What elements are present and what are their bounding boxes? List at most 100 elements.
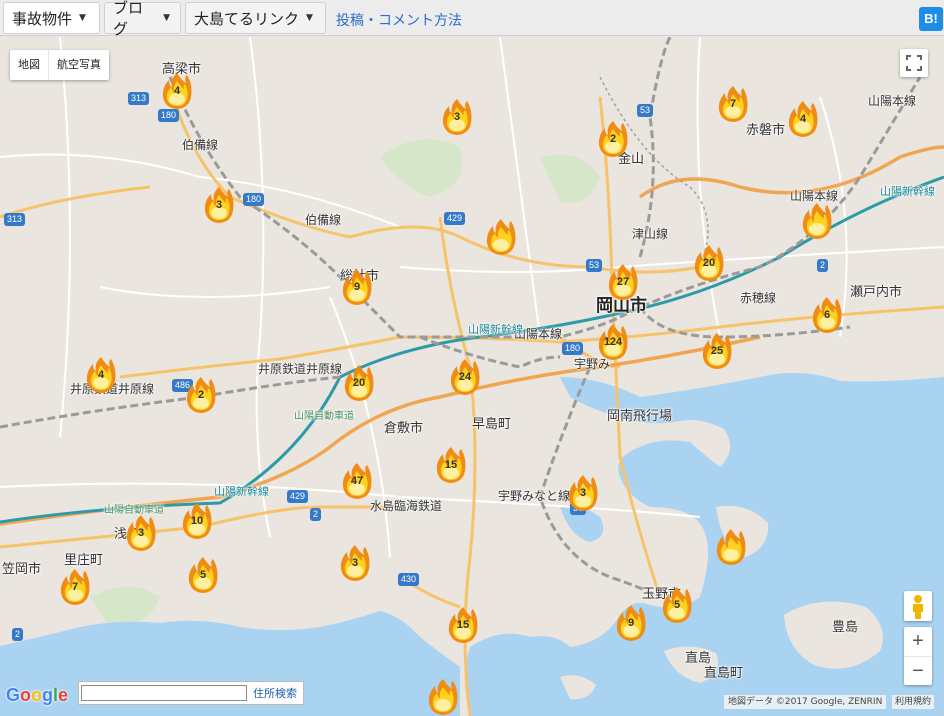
rail-line-label: 水島臨海鉄道: [370, 499, 443, 513]
tab-links[interactable]: 大島てるリンク ▼: [185, 2, 326, 34]
incident-fire-marker[interactable]: 4: [160, 71, 194, 111]
address-search-input[interactable]: [81, 685, 247, 701]
route-shield: 53: [586, 259, 603, 272]
incident-fire-marker[interactable]: 10: [180, 501, 214, 541]
terms-link[interactable]: 利用規約: [892, 695, 935, 709]
incident-fire-marker[interactable]: [714, 527, 748, 567]
flame-icon: [716, 529, 746, 565]
map-type-satellite-button[interactable]: 航空写真: [48, 50, 109, 80]
incident-fire-marker[interactable]: 4: [786, 99, 820, 139]
place-label-setouchi: 瀬戸内市: [850, 285, 903, 300]
flame-icon: [428, 679, 458, 715]
marker-count: 3: [215, 199, 223, 211]
map-canvas[interactable]: 高梁市総社市岡山市倉敷市赤磐市瀬戸内市笠岡市里庄町浅口早島町玉野市直島直島町豊島…: [0, 37, 944, 716]
zoom-out-button[interactable]: −: [904, 656, 932, 686]
address-search-button[interactable]: 住所検索: [253, 685, 297, 701]
marker-count: 10: [190, 515, 204, 527]
marker-count: 47: [350, 475, 364, 487]
incident-fire-marker[interactable]: 9: [614, 603, 648, 643]
marker-count: 9: [353, 281, 361, 293]
marker-count: 5: [673, 599, 681, 611]
incident-fire-marker[interactable]: 2: [184, 375, 218, 415]
incident-fire-marker[interactable]: [484, 217, 518, 257]
incident-fire-marker[interactable]: 15: [446, 605, 480, 645]
marker-count: 2: [197, 389, 205, 401]
incident-fire-marker[interactable]: 20: [342, 363, 376, 403]
caret-down-icon: ▼: [306, 13, 313, 23]
incident-fire-marker[interactable]: 3: [440, 97, 474, 137]
map-type-roadmap-button[interactable]: 地図: [10, 50, 48, 80]
incident-fire-marker[interactable]: 47: [340, 461, 374, 501]
zoom-in-button[interactable]: +: [904, 627, 932, 656]
incident-fire-marker[interactable]: 20: [692, 243, 726, 283]
route-shield: 180: [243, 193, 265, 206]
incident-fire-marker[interactable]: 24: [448, 357, 482, 397]
pegman-icon: [913, 595, 923, 619]
place-label-kurashiki: 倉敷市: [384, 421, 424, 436]
incident-fire-marker[interactable]: [426, 677, 460, 716]
marker-count: 4: [97, 369, 105, 381]
address-search-box: 住所検索: [78, 681, 304, 705]
marker-count: 124: [603, 336, 623, 348]
marker-count: 15: [456, 619, 470, 631]
place-label-naoshimacho: 直島町: [704, 666, 744, 681]
rail-line-label: 伯備線: [305, 213, 342, 227]
route-shield: 2: [310, 508, 322, 521]
route-shield: 180: [562, 342, 584, 355]
marker-count: 4: [173, 85, 181, 97]
incident-fire-marker[interactable]: 3: [202, 185, 236, 225]
incident-fire-marker[interactable]: 25: [700, 331, 734, 371]
google-logo: Google: [6, 685, 69, 705]
incident-fire-marker[interactable]: 2: [596, 119, 630, 159]
route-shield: 2: [12, 628, 24, 641]
shinkansen-label: 山陽新幹線: [468, 323, 523, 336]
place-label-kasaoka: 笠岡市: [2, 562, 42, 577]
map-type-control: 地図 航空写真: [10, 50, 109, 80]
incident-fire-marker[interactable]: 5: [660, 585, 694, 625]
incident-fire-marker[interactable]: 124: [596, 322, 630, 362]
marker-count: 9: [627, 617, 635, 629]
marker-count: 24: [458, 371, 472, 383]
fullscreen-button[interactable]: [900, 49, 928, 77]
route-shield: 2: [817, 259, 829, 272]
route-shield: 429: [444, 212, 466, 225]
rail-line-label: 赤穂線: [740, 291, 777, 305]
tab-blog[interactable]: ブログ ▼: [104, 0, 181, 38]
place-label-satosho: 里庄町: [64, 553, 104, 568]
flame-icon: [486, 219, 516, 255]
incident-fire-marker[interactable]: [800, 201, 834, 241]
rail-line-label: 伯備線: [182, 138, 219, 152]
tab-label: 大島てるリンク: [194, 9, 300, 28]
incident-fire-marker[interactable]: 15: [434, 445, 468, 485]
flame-icon: [802, 203, 832, 239]
zoom-control: + −: [904, 627, 932, 685]
caret-down-icon: ▼: [163, 13, 170, 23]
incident-fire-marker[interactable]: 3: [338, 543, 372, 583]
route-shield: 53: [637, 104, 654, 117]
incident-fire-marker[interactable]: 3: [566, 473, 600, 513]
incident-fire-marker[interactable]: 27: [606, 262, 640, 302]
post-comment-link[interactable]: 投稿・コメント方法: [336, 10, 462, 30]
incident-fire-marker[interactable]: 6: [810, 295, 844, 335]
incident-fire-marker[interactable]: 9: [340, 267, 374, 307]
hatena-bookmark-button[interactable]: B!: [919, 7, 943, 31]
marker-count: 3: [453, 111, 461, 123]
place-label-teshima: 豊島: [832, 620, 859, 635]
incident-fire-marker[interactable]: 4: [84, 355, 118, 395]
route-shield: 429: [287, 490, 309, 503]
marker-count: 4: [799, 113, 807, 125]
incident-fire-marker[interactable]: 3: [124, 513, 158, 553]
marker-count: 20: [352, 377, 366, 389]
street-view-pegman[interactable]: [904, 591, 932, 621]
shinkansen-label: 山陽新幹線: [880, 185, 935, 198]
incident-fire-marker[interactable]: 7: [58, 567, 92, 607]
incident-fire-marker[interactable]: 5: [186, 555, 220, 595]
fullscreen-icon: [906, 55, 922, 71]
incident-fire-marker[interactable]: 7: [716, 84, 750, 124]
caret-down-icon: ▼: [79, 13, 86, 23]
marker-count: 25: [710, 345, 724, 357]
tab-jiko-bukken[interactable]: 事故物件 ▼: [3, 2, 100, 34]
rail-line-label: 宇野みなと線: [498, 489, 571, 503]
marker-count: 20: [702, 257, 716, 269]
marker-count: 3: [351, 557, 359, 569]
